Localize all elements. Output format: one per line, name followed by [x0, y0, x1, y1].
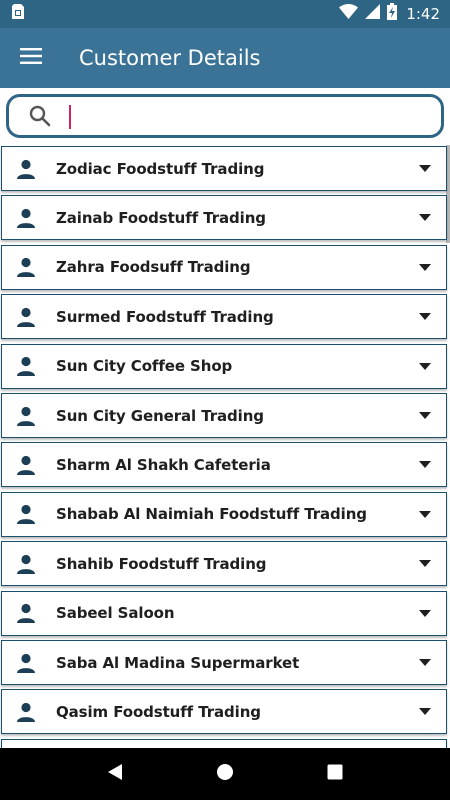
status-left: [12, 4, 24, 24]
dropdown-arrow-icon[interactable]: [410, 609, 440, 617]
customer-name: Sun City General Trading: [56, 406, 264, 425]
dropdown-arrow-icon[interactable]: [410, 659, 440, 666]
back-icon: [106, 763, 124, 786]
customer-name: Zainab Foodstuff Trading: [56, 208, 266, 227]
list-item[interactable]: Zahra Foodsuff Trading: [1, 244, 447, 290]
dropdown-arrow-icon[interactable]: [410, 313, 440, 321]
person-icon: [2, 554, 50, 574]
battery-charging-icon: [387, 3, 398, 25]
person-icon: [2, 603, 50, 624]
person-icon: [2, 257, 50, 278]
back-button[interactable]: [95, 754, 135, 794]
person-icon: [2, 356, 50, 377]
dropdown-arrow-icon[interactable]: [410, 214, 440, 222]
customer-name: Surmed Foodstuff Trading: [56, 307, 274, 326]
dropdown-arrow-icon[interactable]: [410, 708, 440, 716]
customer-name: Qasim Foodstuff Trading: [56, 702, 261, 721]
dropdown-arrow-icon[interactable]: [410, 461, 440, 469]
home-button[interactable]: [205, 754, 245, 794]
person-icon: [2, 307, 50, 327]
dropdown-arrow-icon[interactable]: [410, 263, 440, 271]
person-icon: [2, 159, 50, 179]
home-icon: [216, 763, 234, 786]
list-item[interactable]: Sabeel Saloon: [1, 590, 447, 636]
customer-name: Sabeel Saloon: [56, 604, 175, 623]
menu-button[interactable]: [0, 28, 62, 88]
list-item[interactable]: Sun City General Trading: [1, 393, 447, 438]
person-icon: [2, 406, 50, 426]
list-item[interactable]: Surmed Foodstuff Trading: [1, 294, 447, 340]
customer-name: Shabab Al Naimiah Foodstuff Trading: [56, 505, 367, 524]
wifi-icon: [339, 3, 359, 24]
list-item[interactable]: Shabab Al Naimiah Foodstuff Trading: [1, 491, 447, 537]
person-icon: [2, 504, 50, 525]
person-icon: [2, 702, 50, 722]
customer-list: Zodiac Foodstuff Trading Zainab Foodstuff…: [0, 145, 450, 748]
list-item[interactable]: Sun City Coffee Shop: [1, 343, 447, 389]
customer-name: Zahra Foodsuff Trading: [56, 258, 251, 277]
customer-name: Sun City Coffee Shop: [56, 357, 233, 376]
list-item[interactable]: Sharm Al Shakh Cafeteria: [1, 442, 447, 488]
list-item[interactable]: Zainab Foodstuff Trading: [1, 195, 447, 241]
system-nav-bar: [0, 748, 450, 800]
search-bar[interactable]: [6, 94, 444, 138]
sim-card-icon: [12, 4, 24, 24]
customer-name: Zodiac Foodstuff Trading: [56, 159, 265, 178]
status-time: 1:42: [406, 5, 440, 23]
app-bar: Customer Details: [0, 28, 450, 88]
person-icon: [2, 208, 50, 228]
menu-icon: [20, 47, 42, 69]
text-cursor: [69, 105, 71, 129]
customer-name: Sharm Al Shakh Cafeteria: [56, 455, 271, 474]
customer-name: Saba Al Madina Supermarket: [56, 653, 300, 672]
dropdown-arrow-icon[interactable]: [410, 165, 440, 172]
list-item[interactable]: Shahib Foodstuff Trading: [1, 541, 447, 587]
status-right: 1:42: [339, 3, 440, 25]
person-icon: [2, 455, 50, 475]
recents-button[interactable]: [315, 754, 355, 794]
dropdown-arrow-icon[interactable]: [410, 412, 440, 419]
list-item[interactable]: [1, 738, 447, 748]
status-bar: 1:42: [0, 0, 450, 28]
customer-name: Shahib Foodstuff Trading: [56, 554, 267, 573]
dropdown-arrow-icon[interactable]: [410, 510, 440, 518]
list-item[interactable]: Qasim Foodstuff Trading: [1, 689, 447, 735]
list-item[interactable]: Zodiac Foodstuff Trading: [1, 146, 447, 191]
signal-icon: [365, 4, 381, 24]
person-icon: [2, 653, 50, 673]
list-item[interactable]: Saba Al Madina Supermarket: [1, 640, 447, 685]
search-icon: [29, 105, 51, 127]
page-title: Customer Details: [79, 46, 261, 70]
dropdown-arrow-icon[interactable]: [410, 560, 440, 568]
dropdown-arrow-icon[interactable]: [410, 362, 440, 370]
search-input[interactable]: [63, 101, 403, 131]
recents-icon: [327, 764, 343, 785]
